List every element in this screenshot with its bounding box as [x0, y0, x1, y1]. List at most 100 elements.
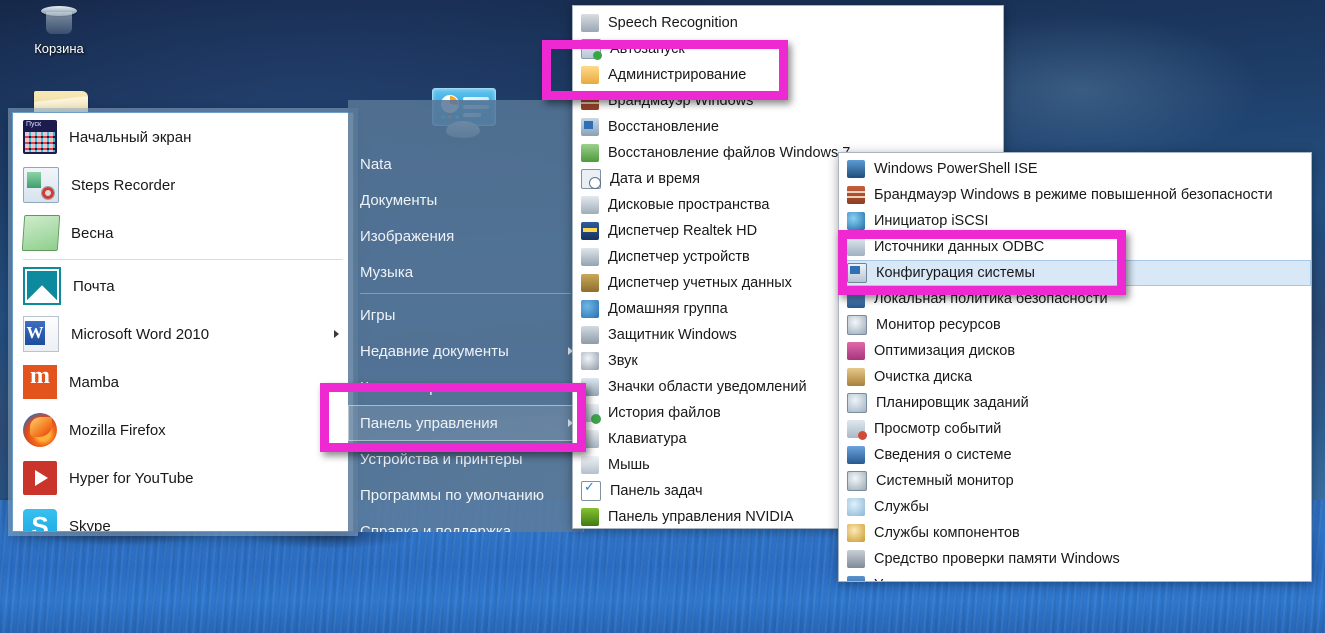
menu-item-label: Сведения о системе	[874, 447, 1012, 463]
menu-item-label: Клавиатура	[608, 431, 687, 447]
start-menu-right-column[interactable]: Nata Документы Изображения Музыка Игры Н…	[348, 100, 584, 532]
menu-item-administrative-tools[interactable]: Администрирование	[573, 62, 1003, 88]
disk-cleanup-icon	[847, 368, 865, 386]
menu-item-label: Очистка диска	[874, 369, 973, 385]
menu-item-label: Просмотр событий	[874, 421, 1002, 437]
memory-diagnostic-icon	[847, 550, 865, 568]
menu-item-label: Мышь	[608, 457, 650, 473]
microphone-icon	[581, 14, 599, 32]
menu-item-label: Средство проверки памяти Windows	[874, 551, 1120, 567]
start-menu-item-label: Microsoft Word 2010	[71, 325, 210, 343]
menu-item-system-configuration[interactable]: Конфигурация системы	[839, 260, 1311, 286]
menu-item-label: Дата и время	[610, 171, 700, 187]
start-menu-item-label: Steps Recorder	[71, 176, 176, 194]
menu-item-label: Панель управления NVIDIA	[608, 509, 794, 525]
menu-item-component-services[interactable]: Службы компонентов	[839, 520, 1311, 546]
menu-item-label: Брандмауэр Windows	[608, 93, 754, 109]
start-menu-item-label: Справка и поддержка	[360, 522, 512, 533]
start-menu-item-label: Панель управления	[360, 414, 498, 432]
menu-item-label: Источники данных ODBC	[874, 239, 1045, 255]
menu-item-performance-monitor[interactable]: Системный монитор	[839, 468, 1311, 494]
start-menu-item-label: Документы	[360, 191, 438, 209]
youtube-icon	[23, 461, 57, 495]
menu-item-label: Звук	[608, 353, 638, 369]
autoplay-icon	[581, 39, 602, 60]
menu-item-odbc-data-sources[interactable]: Источники данных ODBC	[839, 234, 1311, 260]
start-menu-item-word[interactable]: Microsoft Word 2010	[13, 310, 353, 358]
menu-item-label: Диспетчер устройств	[608, 249, 750, 265]
menu-item-local-security-policy[interactable]: Локальная политика безопасности	[839, 286, 1311, 312]
event-viewer-icon	[847, 420, 867, 440]
menu-item-label: Монитор ресурсов	[876, 317, 1001, 333]
device-manager-icon	[581, 248, 599, 266]
start-menu-item-help-support[interactable]: Справка и поддержка	[348, 513, 583, 533]
start-menu-item-default-programs[interactable]: Программы по умолчанию	[348, 477, 583, 513]
start-menu-item-hyper-youtube[interactable]: Hyper for YouTube	[13, 454, 353, 502]
start-menu-item-pictures[interactable]: Изображения	[348, 218, 583, 254]
notepad-icon	[21, 215, 61, 251]
start-menu-item-devices-printers[interactable]: Устройства и принтеры	[348, 441, 583, 477]
menu-item-autoplay[interactable]: Автозапуск	[573, 36, 1003, 62]
menu-item-label: История файлов	[608, 405, 721, 421]
system-info-icon	[847, 446, 865, 464]
computer-management-icon	[847, 576, 865, 581]
administrative-tools-submenu[interactable]: Windows PowerShell ISE Брандмауэр Window…	[838, 152, 1312, 582]
firewall-advanced-icon	[847, 186, 865, 204]
start-menu-item-mail[interactable]: Почта	[13, 262, 353, 310]
start-menu-item-control-panel[interactable]: Панель управления	[348, 405, 583, 441]
start-menu-item-steps-recorder[interactable]: Steps Recorder	[13, 161, 353, 209]
start-menu-item-music[interactable]: Музыка	[348, 254, 583, 290]
firefox-icon	[23, 413, 57, 447]
start-menu-item-vesna[interactable]: Весна	[13, 209, 353, 257]
menu-item-label: Службы	[874, 499, 929, 515]
menu-item-firewall-advanced-security[interactable]: Брандмауэр Windows в режиме повышенной б…	[839, 182, 1311, 208]
menu-item-system-information[interactable]: Сведения о системе	[839, 442, 1311, 468]
menu-item-powershell-ise[interactable]: Windows PowerShell ISE	[839, 156, 1311, 182]
start-menu-item-games[interactable]: Игры	[348, 297, 583, 333]
nvidia-icon	[581, 508, 599, 526]
menu-item-label: Защитник Windows	[608, 327, 737, 343]
start-menu-item-firefox[interactable]: Mozilla Firefox	[13, 406, 353, 454]
keyboard-icon	[581, 430, 599, 448]
menu-item-memory-diagnostic[interactable]: Средство проверки памяти Windows	[839, 546, 1311, 572]
start-menu-item-computer[interactable]: Компьютер	[348, 369, 583, 405]
menu-item-services[interactable]: Службы	[839, 494, 1311, 520]
file-history-icon	[581, 404, 601, 424]
start-menu-item-label: Mozilla Firefox	[69, 421, 166, 439]
mail-icon	[23, 267, 61, 305]
menu-item-speech-recognition[interactable]: Speech Recognition	[573, 10, 1003, 36]
recycle-bin-icon	[37, 6, 81, 40]
menu-item-recovery[interactable]: Восстановление	[573, 114, 1003, 140]
homegroup-icon	[581, 300, 599, 318]
menu-item-label: Диспетчер Realtek HD	[608, 223, 758, 239]
start-menu-left-column[interactable]: Начальный экран Steps Recorder Весна Поч…	[12, 112, 354, 532]
menu-item-iscsi-initiator[interactable]: Инициатор iSCSI	[839, 208, 1311, 234]
menu-item-defragment-drives[interactable]: Оптимизация дисков	[839, 338, 1311, 364]
start-menu-item-start-screen[interactable]: Начальный экран	[13, 113, 353, 161]
resource-monitor-icon	[847, 315, 867, 335]
start-menu-item-recent-documents[interactable]: Недавние документы	[348, 333, 583, 369]
menu-item-disk-cleanup[interactable]: Очистка диска	[839, 364, 1311, 390]
menu-item-resource-monitor[interactable]: Монитор ресурсов	[839, 312, 1311, 338]
menu-item-windows-firewall[interactable]: Брандмауэр Windows	[573, 88, 1003, 114]
start-menu-item-documents[interactable]: Документы	[348, 182, 583, 218]
start-menu-item-label: Изображения	[360, 227, 455, 245]
menu-item-label: Локальная политика безопасности	[874, 291, 1108, 307]
firewall-icon	[581, 92, 599, 110]
menu-item-label: Инициатор iSCSI	[874, 213, 989, 229]
start-menu-item-mamba[interactable]: Mamba	[13, 358, 353, 406]
menu-item-event-viewer[interactable]: Просмотр событий	[839, 416, 1311, 442]
menu-item-computer-management[interactable]: Управление компьютером	[839, 572, 1311, 581]
start-menu-user-name[interactable]: Nata	[348, 146, 583, 182]
sound-icon	[581, 352, 599, 370]
start-menu-item-skype[interactable]: Skype	[13, 502, 353, 531]
start-menu-item-label: Недавние документы	[360, 342, 509, 360]
menu-item-label: Службы компонентов	[874, 525, 1020, 541]
menu-item-task-scheduler[interactable]: Планировщик заданий	[839, 390, 1311, 416]
services-icon	[847, 498, 865, 516]
desktop-icon-recycle-bin[interactable]: Корзина	[4, 6, 114, 56]
component-services-icon	[847, 524, 865, 542]
taskbar-icon	[581, 479, 601, 501]
msconfig-icon	[847, 263, 867, 283]
performance-monitor-icon	[847, 471, 867, 491]
